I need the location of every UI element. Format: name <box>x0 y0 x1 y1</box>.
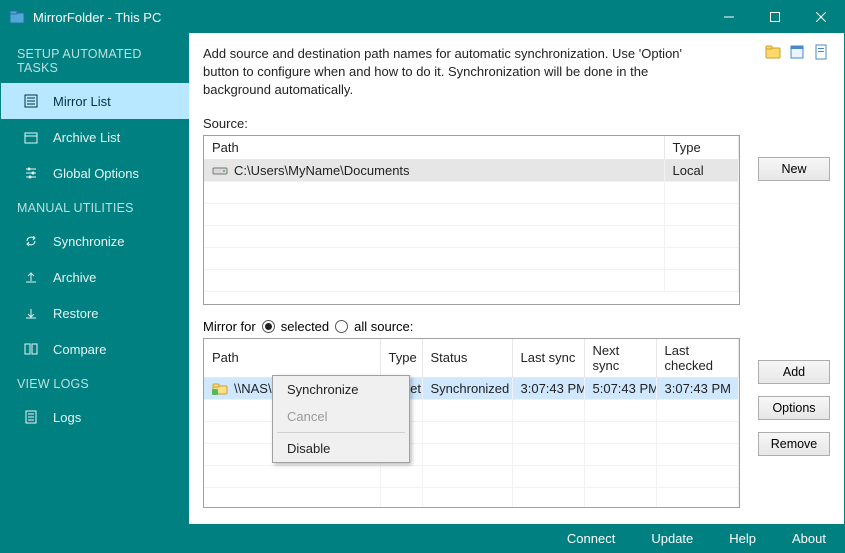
maximize-button[interactable] <box>752 1 798 33</box>
sidebar-item-label: Archive <box>53 270 96 285</box>
sidebar-item-label: Restore <box>53 306 99 321</box>
sidebar-item-label: Mirror List <box>53 94 111 109</box>
compare-icon <box>23 341 39 357</box>
page-title: MirrorFolder - This PC <box>33 10 706 25</box>
context-menu: Synchronize Cancel Disable <box>272 375 410 463</box>
sidebar-item-label: Archive List <box>53 130 120 145</box>
radio-selected[interactable] <box>262 320 275 333</box>
sliders-icon <box>23 165 39 181</box>
minimize-button[interactable] <box>706 1 752 33</box>
context-menu-synchronize[interactable]: Synchronize <box>273 376 409 403</box>
column-header-path[interactable]: Path <box>204 136 664 160</box>
document-icon[interactable] <box>812 43 830 61</box>
status-update[interactable]: Update <box>651 531 693 546</box>
cell-last-sync: 3:07:43 PM <box>512 377 584 399</box>
table-row[interactable] <box>204 226 739 248</box>
corner-icons <box>764 43 830 61</box>
status-help[interactable]: Help <box>729 531 756 546</box>
cell-last-checked: 3:07:43 PM <box>656 377 739 399</box>
sidebar-item-global-options[interactable]: Global Options <box>1 155 189 191</box>
sidebar-item-label: Logs <box>53 410 81 425</box>
sidebar-item-synchronize[interactable]: Synchronize <box>1 223 189 259</box>
cell-next-sync: 5:07:43 PM <box>584 377 656 399</box>
close-button[interactable] <box>798 1 844 33</box>
sidebar-header-manual: MANUAL UTILITIES <box>1 191 189 223</box>
statusbar: Connect Update Help About <box>1 524 844 552</box>
table-header-row: Path Type <box>204 136 739 160</box>
sidebar-item-label: Global Options <box>53 166 139 181</box>
cell-status: Synchronized <box>422 377 512 399</box>
sidebar-item-label: Synchronize <box>53 234 125 249</box>
new-button[interactable]: New <box>758 157 830 181</box>
window-controls <box>706 1 844 33</box>
table-row[interactable]: C:\Users\MyName\Documents Local <box>204 160 739 182</box>
description-text: Add source and destination path names fo… <box>203 45 713 100</box>
app-icon <box>9 9 25 25</box>
cell-path: C:\Users\MyName\Documents <box>204 160 664 182</box>
sidebar-item-logs[interactable]: Logs <box>1 399 189 435</box>
sidebar-header-logs: VIEW LOGS <box>1 367 189 399</box>
radio-all-source[interactable] <box>335 320 348 333</box>
table-row[interactable] <box>204 270 739 292</box>
sync-icon <box>23 233 39 249</box>
context-menu-disable[interactable]: Disable <box>273 435 409 462</box>
sidebar-item-archive-list[interactable]: Archive List <box>1 119 189 155</box>
download-icon <box>23 305 39 321</box>
status-about[interactable]: About <box>792 531 826 546</box>
add-button[interactable]: Add <box>758 360 830 384</box>
folder-icon <box>212 383 228 395</box>
radio-selected-label: selected <box>281 319 329 334</box>
cell-type: Local <box>664 160 739 182</box>
sidebar-item-restore[interactable]: Restore <box>1 295 189 331</box>
table-row[interactable] <box>204 487 739 508</box>
source-label: Source: <box>203 116 830 131</box>
sidebar-header-setup: SETUP AUTOMATED TASKS <box>1 37 189 83</box>
table-row[interactable] <box>204 204 739 226</box>
column-header-last-sync[interactable]: Last sync <box>512 339 584 378</box>
properties-icon[interactable] <box>788 43 806 61</box>
column-header-path[interactable]: Path <box>204 339 380 378</box>
status-connect[interactable]: Connect <box>567 531 615 546</box>
sidebar: SETUP AUTOMATED TASKS Mirror List Archiv… <box>1 33 189 524</box>
sidebar-item-archive[interactable]: Archive <box>1 259 189 295</box>
options-button[interactable]: Options <box>758 396 830 420</box>
source-table[interactable]: Path Type C:\Users\MyName\Documents Loca… <box>203 135 740 305</box>
column-header-next-sync[interactable]: Next sync <box>584 339 656 378</box>
titlebar: MirrorFolder - This PC <box>1 1 844 33</box>
column-header-type[interactable]: Type <box>664 136 739 160</box>
context-menu-separator <box>277 432 405 433</box>
archive-list-icon <box>23 129 39 145</box>
sidebar-item-compare[interactable]: Compare <box>1 331 189 367</box>
table-row[interactable] <box>204 182 739 204</box>
sidebar-item-mirror-list[interactable]: Mirror List <box>1 83 189 119</box>
column-header-type[interactable]: Type <box>380 339 422 378</box>
column-header-status[interactable]: Status <box>422 339 512 378</box>
sidebar-item-label: Compare <box>53 342 106 357</box>
column-header-last-checked[interactable]: Last checked <box>656 339 739 378</box>
list-icon <box>23 93 39 109</box>
remove-button[interactable]: Remove <box>758 432 830 456</box>
upload-icon <box>23 269 39 285</box>
mirror-filter-row: Mirror for selected all source: <box>203 319 830 334</box>
drive-icon <box>212 166 228 178</box>
radio-all-source-label: all source: <box>354 319 413 334</box>
table-header-row: Path Type Status Last sync Next sync Las… <box>204 339 739 378</box>
table-row[interactable] <box>204 248 739 270</box>
logs-icon <box>23 409 39 425</box>
cell-path-text: C:\Users\MyName\Documents <box>234 163 410 178</box>
folder-shortcut-icon[interactable] <box>764 43 782 61</box>
table-row[interactable] <box>204 465 739 487</box>
mirror-label-prefix: Mirror for <box>203 319 256 334</box>
context-menu-cancel[interactable]: Cancel <box>273 403 409 430</box>
